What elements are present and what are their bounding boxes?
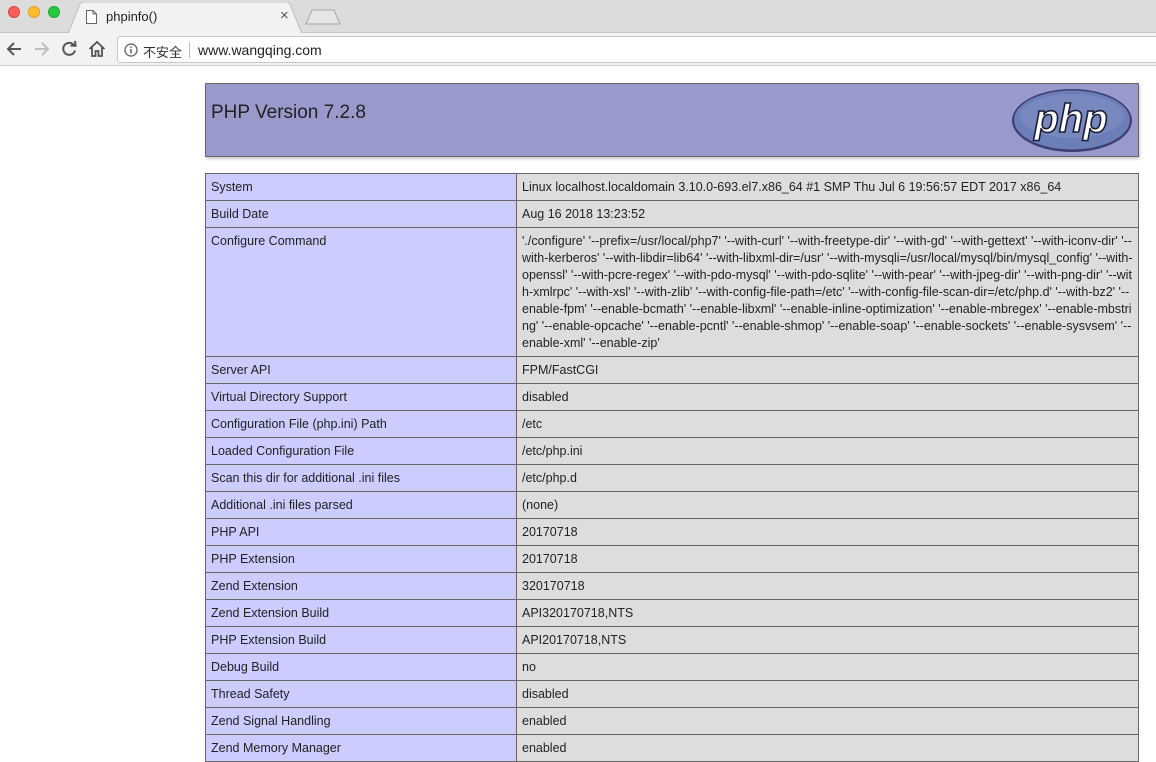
row-label: Configure Command <box>205 227 517 357</box>
window-maximize-button[interactable] <box>48 6 60 18</box>
table-row: Additional .ini files parsed (none) <box>205 491 1139 519</box>
row-label: Additional .ini files parsed <box>205 491 517 519</box>
table-row: PHP Extension 20170718 <box>205 545 1139 573</box>
row-value: Aug 16 2018 13:23:52 <box>516 200 1139 228</box>
table-row: Server API FPM/FastCGI <box>205 356 1139 384</box>
row-label: Server API <box>205 356 517 384</box>
php-version-header: PHP Version 7.2.8 php <box>205 83 1139 157</box>
row-label: Virtual Directory Support <box>205 383 517 411</box>
tab-strip: phpinfo() × <box>0 0 1156 34</box>
row-value: enabled <box>516 707 1139 735</box>
php-logo[interactable]: php <box>1011 88 1133 153</box>
row-label: Configuration File (php.ini) Path <box>205 410 517 438</box>
row-value: disabled <box>516 680 1139 708</box>
close-icon[interactable]: × <box>280 7 289 25</box>
table-row: Zend Memory Manager enabled <box>205 734 1139 762</box>
home-icon[interactable] <box>86 38 108 60</box>
window-close-button[interactable] <box>8 6 20 18</box>
table-row: Configuration File (php.ini) Path/etc <box>205 410 1139 438</box>
row-label: Thread Safety <box>205 680 517 708</box>
row-value: 20170718 <box>516 518 1139 546</box>
row-label: PHP Extension <box>205 545 517 573</box>
url-text[interactable]: www.wangqing.com <box>198 42 322 58</box>
security-label[interactable]: 不安全 <box>143 42 182 61</box>
row-value: './configure' '--prefix=/usr/local/php7'… <box>516 227 1139 357</box>
row-label: Debug Build <box>205 653 517 681</box>
row-value: 20170718 <box>516 545 1139 573</box>
row-value: /etc/php.d <box>516 464 1139 492</box>
row-value: FPM/FastCGI <box>516 356 1139 384</box>
row-value: API20170718,NTS <box>516 626 1139 654</box>
browser-toolbar: 不安全 www.wangqing.com <box>0 33 1156 66</box>
row-label: Zend Extension <box>205 572 517 600</box>
table-row: PHP API 20170718 <box>205 518 1139 546</box>
svg-text:php: php <box>1033 97 1107 141</box>
info-table: System Linux localhost.localdomain 3.10.0… <box>205 173 1139 762</box>
table-row: Thread Safety disabled <box>205 680 1139 708</box>
row-value: Linux localhost.localdomain 3.10.0-693.e… <box>516 173 1139 201</box>
table-row: PHP Extension Build API20170718,NTS <box>205 626 1139 654</box>
browser-tab[interactable]: phpinfo() × <box>68 2 302 34</box>
row-value: (none) <box>516 491 1139 519</box>
row-label: Zend Extension Build <box>205 599 517 627</box>
row-value: disabled <box>516 383 1139 411</box>
row-value: /etc <box>516 410 1139 438</box>
back-arrow-icon[interactable] <box>4 38 26 60</box>
row-label: System <box>205 173 517 201</box>
row-label: Scan this dir for additional .ini files <box>205 464 517 492</box>
table-row: Zend Extension Build API320170718,NTS <box>205 599 1139 627</box>
row-label: PHP API <box>205 518 517 546</box>
row-value: enabled <box>516 734 1139 762</box>
row-label: PHP Extension Build <box>205 626 517 654</box>
page-title: PHP Version 7.2.8 <box>211 102 366 123</box>
new-tab-button[interactable] <box>305 9 341 25</box>
tab-title: phpinfo() <box>106 9 158 24</box>
table-row: Build Date Aug 16 2018 13:23:52 <box>205 200 1139 228</box>
table-row: Zend Extension 320170718 <box>205 572 1139 600</box>
table-row: Scan this dir for additional .ini files /… <box>205 464 1139 492</box>
row-value: no <box>516 653 1139 681</box>
window-minimize-button[interactable] <box>28 6 40 18</box>
omnibox-divider <box>189 42 190 58</box>
forward-arrow-icon[interactable] <box>30 38 52 60</box>
info-icon[interactable] <box>124 43 138 57</box>
table-row: System Linux localhost.localdomain 3.10.0… <box>205 173 1139 201</box>
address-bar[interactable]: 不安全 www.wangqing.com <box>117 36 1156 63</box>
row-value: API320170718,NTS <box>516 599 1139 627</box>
table-row: Loaded Configuration File/etc/php.ini <box>205 437 1139 465</box>
row-label: Zend Memory Manager <box>205 734 517 762</box>
table-row: Zend Signal Handling enabled <box>205 707 1139 735</box>
page-viewport: PHP Version 7.2.8 php System Linux localh… <box>0 67 1156 762</box>
table-row: Configure Command './configure' '--prefix… <box>205 227 1139 357</box>
row-label: Loaded Configuration File <box>205 437 517 465</box>
row-label: Build Date <box>205 200 517 228</box>
row-value: 320170718 <box>516 572 1139 600</box>
table-row: Virtual Directory Support disabled <box>205 383 1139 411</box>
row-label: Zend Signal Handling <box>205 707 517 735</box>
row-value: /etc/php.ini <box>516 437 1139 465</box>
page-icon <box>86 10 97 24</box>
reload-icon[interactable] <box>58 38 80 60</box>
table-row: Debug Build no <box>205 653 1139 681</box>
